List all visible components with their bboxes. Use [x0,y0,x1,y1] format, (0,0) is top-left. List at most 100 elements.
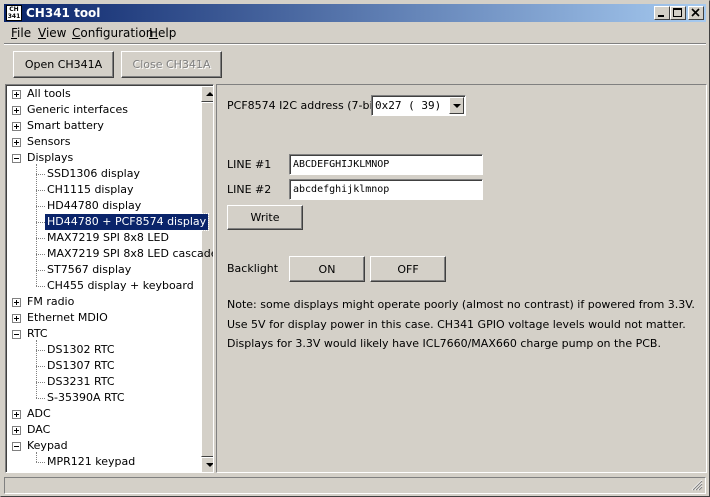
tree-group[interactable]: Smart battery [27,118,104,134]
collapse-minus-icon[interactable] [12,154,21,163]
tree-group[interactable]: DAC [27,422,50,438]
tree-item[interactable]: MAX7219 SPI 8x8 LED cascade [47,246,213,262]
tree-connector-line [36,270,45,271]
maximize-icon [673,8,682,17]
tree-item[interactable]: DS3231 RTC [47,374,115,390]
menu-configuration-label: onfiguration [80,26,154,40]
write-button[interactable]: Write [227,205,303,230]
scroll-down-button[interactable] [201,457,213,472]
backlight-on-button[interactable]: ON [289,256,365,282]
tree-group[interactable]: Generic interfaces [27,102,128,118]
tree-connector-line [36,398,45,399]
tree-connector-line [36,164,37,286]
line2-label: LINE #2 [227,183,272,196]
main-window: CH 341 CH341 tool File View Configuratio… [0,0,710,497]
tree-item[interactable]: DS1302 RTC [47,342,115,358]
backlight-off-button[interactable]: OFF [370,256,446,282]
tree-item[interactable]: CH455 display + keyboard [47,278,194,294]
tree-connector-line [36,382,45,383]
tree-connector-line [36,340,37,398]
arrow-up-icon [206,92,213,96]
address-dropdown-button[interactable] [449,97,464,114]
tree-item[interactable]: MPR121 keypad [47,454,135,470]
tree-item[interactable]: DS1307 RTC [47,358,115,374]
menu-file-label: ile [17,26,32,40]
menu-bar: File View Configuration Help [4,23,706,42]
window-title: CH341 tool [26,6,101,20]
close-window-button[interactable] [688,6,704,20]
resize-grip-icon[interactable] [691,479,703,491]
maximize-button[interactable] [670,6,686,20]
tree-connector-line [36,254,45,255]
expand-plus-icon[interactable] [12,90,21,99]
tree-connector-line [36,206,45,207]
expand-plus-icon[interactable] [12,106,21,115]
close-ch341a-button[interactable]: Close CH341A [121,51,222,78]
address-label: PCF8574 I2C address (7-bit) [227,99,382,112]
tree-group[interactable]: Ethernet MDIO [27,310,108,326]
expand-plus-icon[interactable] [12,314,21,323]
app-icon: CH 341 [6,5,22,21]
menu-view[interactable]: View [38,26,66,40]
expand-plus-icon[interactable] [12,122,21,131]
menu-help[interactable]: Help [149,26,176,40]
tree-connector-line [36,222,45,223]
backlight-label: Backlight [227,262,279,275]
tree-group[interactable]: FM radio [27,294,74,310]
note-line-2: Use 5V for display power in this case. C… [227,318,686,331]
tree-group[interactable]: RTC [27,326,48,342]
tool-panel: PCF8574 I2C address (7-bit) 0x27 ( 39) L… [216,84,707,473]
menu-help-mnemonic: H [149,26,159,40]
tree-item[interactable]: HD44780 + PCF8574 display [43,213,210,231]
scroll-thumb[interactable] [201,102,213,457]
expand-plus-icon[interactable] [12,138,21,147]
menu-help-label: elp [158,26,177,40]
tree-group[interactable]: Keypad [27,438,68,454]
tree-connector-line [36,286,45,287]
collapse-minus-icon[interactable] [12,330,21,339]
menu-configuration[interactable]: Configuration [72,26,153,40]
expand-plus-icon[interactable] [12,426,21,435]
tree-connector-line [36,174,45,175]
note-line-1: Note: some displays might operate poorly… [227,298,695,311]
tree-connector-line [36,350,45,351]
tree-group[interactable]: Sensors [27,134,70,150]
line2-input[interactable] [289,179,483,200]
address-value: 0x27 ( 39) [375,99,442,112]
address-select[interactable]: 0x27 ( 39) [371,95,466,116]
close-icon [691,8,700,17]
tree-group[interactable]: All tools [27,86,71,102]
scroll-up-button[interactable] [201,86,213,102]
tree-connector-line [36,190,45,191]
tree-scrollbar[interactable] [201,86,213,472]
expand-plus-icon[interactable] [12,410,21,419]
tree-connector-line [36,238,45,239]
status-bar [4,477,706,494]
note-line-3: Displays for 3.3V would likely have ICL7… [227,337,661,350]
collapse-minus-icon[interactable] [12,442,21,451]
tree-item[interactable]: HD44780 display [47,198,141,214]
open-ch341a-button[interactable]: Open CH341A [13,51,114,78]
tree-group[interactable]: ADC [27,406,51,422]
tree-item[interactable]: S-35390A RTC [47,390,125,406]
minimize-icon [658,15,664,17]
tree-item[interactable]: SSD1306 display [47,166,140,182]
toolbar-separator [4,43,706,45]
tree-connector-line [36,462,45,463]
tree-item[interactable]: CH1115 display [47,182,134,198]
tree-group[interactable]: Displays [27,150,73,166]
menu-file[interactable]: File [11,26,31,40]
arrow-down-icon [206,463,213,467]
line1-input[interactable] [289,154,483,175]
menu-view-label: iew [45,26,67,40]
tree-item[interactable]: MAX7219 SPI 8x8 LED [47,230,169,246]
menu-view-mnemonic: V [38,26,46,40]
tree-connector-line [36,366,45,367]
expand-plus-icon[interactable] [12,298,21,307]
app-icon-text-top: CH [9,6,19,13]
minimize-button[interactable] [654,6,670,20]
title-bar[interactable]: CH 341 CH341 tool [4,4,706,22]
tree-item[interactable]: ST7567 display [47,262,131,278]
line1-label: LINE #1 [227,158,272,171]
tools-tree[interactable]: All tools Generic interfaces Smart battery… [5,84,214,473]
